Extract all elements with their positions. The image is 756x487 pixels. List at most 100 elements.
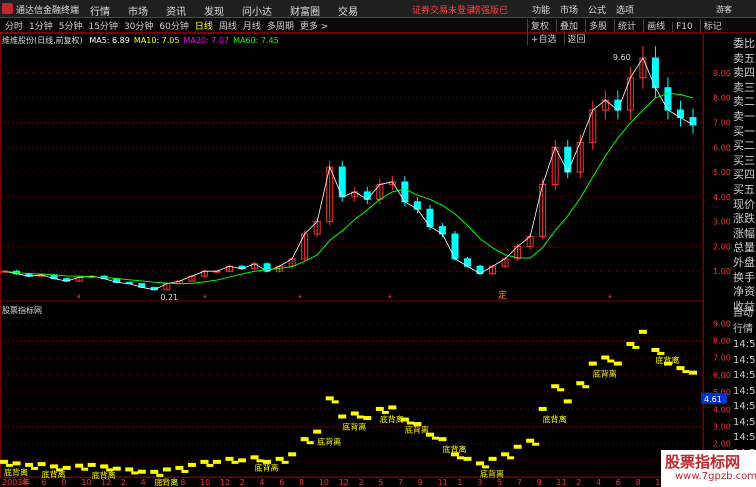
period-tab[interactable]: 月线 (243, 19, 261, 32)
x-tick-label: 4 (596, 478, 601, 487)
menu-item[interactable]: 问小达 (242, 3, 272, 18)
right-menu-item[interactable]: 公式 (588, 3, 606, 16)
tool-button[interactable]: 复权 (527, 19, 549, 32)
signal-bar (651, 347, 660, 352)
y-tick-label: 4.00 (713, 405, 731, 414)
menu-item[interactable]: 行情 (90, 3, 110, 18)
signal-bar (381, 410, 389, 414)
signal-bar (50, 464, 59, 469)
x-tick-label: 2 (358, 478, 363, 487)
signal-bar (576, 381, 585, 386)
menu-item[interactable]: 资讯 (166, 3, 186, 18)
period-tab[interactable]: 分时 (5, 19, 23, 32)
x-tick-label: 2 (121, 478, 126, 487)
chart-frame (0, 33, 704, 478)
tool-button[interactable]: 统计 (614, 19, 636, 32)
y-tick-label: 7.00 (713, 118, 731, 127)
divergence-label: 底背离 (255, 462, 279, 472)
signal-bar (507, 456, 515, 460)
ma-legend: MA5: 6.89 MA10: 7.05 MA20: 7.07 MA60: 7.45 (85, 36, 278, 45)
sub-legend: 股票指标网 (2, 305, 42, 316)
tool-button[interactable]: 标记 (699, 19, 722, 32)
tool-button[interactable]: 画线 (643, 19, 665, 32)
event-marker: a (203, 293, 207, 300)
signal-bar (682, 370, 690, 374)
event-marker: a (388, 293, 392, 300)
period-tab[interactable]: 5分钟 (59, 19, 83, 32)
tool-button[interactable]: 叠加 (556, 19, 578, 32)
signal-bar (300, 437, 309, 442)
divergence-label: 底背离 (342, 422, 366, 432)
period-tab[interactable]: 30分钟 (124, 19, 153, 32)
x-tick-label: 12 (220, 478, 230, 487)
ma-item: MA60: 7.45 (233, 36, 279, 45)
kline-chart[interactable]: 9.00 8.00 7.00 6.00 5.00 4.00 3.00 2.00 1.00 9.00… (0, 33, 756, 487)
signal-bar (476, 461, 485, 466)
signal-bar (206, 463, 214, 467)
signal-bar (212, 459, 221, 464)
right-menu-item[interactable]: 选项 (616, 3, 634, 16)
quote-label: 总量 (733, 241, 755, 255)
tool-button[interactable]: 多股 (585, 19, 607, 32)
menu-item[interactable]: 市场 (128, 3, 148, 18)
signal-bar (100, 464, 109, 469)
tool-button[interactable]: F10 (672, 22, 693, 32)
signal-bar (131, 471, 139, 475)
y-tick-label: 5.00 (713, 168, 731, 177)
signal-bar (601, 355, 610, 360)
period-tab[interactable]: 1分钟 (29, 19, 53, 32)
edition-notice[interactable]: 增强版已 (472, 3, 508, 16)
signal-bar (12, 461, 21, 466)
quote-label: 买四 (733, 168, 755, 182)
guest-label[interactable]: 游客 (716, 4, 732, 15)
quote-label: 买三 (733, 153, 755, 167)
signal-bar (526, 438, 535, 443)
signal-bar (125, 467, 134, 472)
signal-bar (532, 442, 540, 446)
menu-item[interactable]: 发现 (204, 3, 224, 18)
quote-label: 委比 (733, 37, 755, 50)
y-tick-label: 3.00 (713, 422, 731, 431)
period-tab[interactable]: 更多 > (300, 19, 328, 32)
current-value: 4.61 (704, 395, 722, 404)
signal-bar (200, 459, 209, 464)
x-tick-label: 3 (477, 478, 482, 487)
divergence-label: 底背离 (42, 469, 66, 479)
quote-time: 14:50 (733, 370, 756, 381)
period-tab[interactable]: 周线 (219, 19, 237, 32)
event-marker: 定 (498, 289, 507, 301)
event-marker: a (77, 293, 81, 300)
signal-bar (325, 396, 334, 401)
quote-label: 涨幅 (733, 226, 755, 240)
period-tab[interactable]: 日线 (195, 19, 213, 32)
quote-label: 卖一 (733, 109, 755, 123)
signal-bar (463, 456, 472, 461)
period-tab[interactable]: 60分钟 (159, 19, 188, 32)
signal-bar (331, 400, 339, 404)
right-menu-item[interactable]: 功能 (532, 3, 550, 16)
right-menu-item[interactable]: 市场 (560, 3, 578, 16)
signal-bar (81, 467, 89, 471)
period-tab[interactable]: 多周期 (267, 19, 294, 32)
x-tick-label: 8 (61, 478, 66, 487)
divergence-label: 底背离 (655, 355, 679, 365)
stock-name: 维维股份(日线,前复权) (2, 36, 83, 45)
signal-bar (363, 416, 372, 421)
signal-bar (31, 466, 39, 470)
divergence-label: 底背离 (4, 467, 28, 477)
quote-label: 买五 (733, 182, 755, 196)
quote-label: 外盘 (733, 255, 755, 269)
signal-bar (632, 345, 640, 349)
x-tick-label: 12 (339, 478, 349, 487)
period-tab[interactable]: 15分钟 (88, 19, 117, 32)
quote-label: 净资 (733, 285, 755, 299)
login-notice[interactable]: 证券交易未登录 (412, 3, 475, 16)
signal-bar (187, 462, 196, 467)
x-tick-label: 10 (81, 478, 91, 487)
menu-item[interactable]: 财富圈 (290, 3, 320, 18)
signal-bar (551, 384, 560, 389)
signal-bar (563, 399, 572, 404)
quote-time: 自动 (733, 308, 753, 319)
x-tick-label: 8 (636, 478, 641, 487)
menu-item[interactable]: 交易 (338, 3, 358, 18)
